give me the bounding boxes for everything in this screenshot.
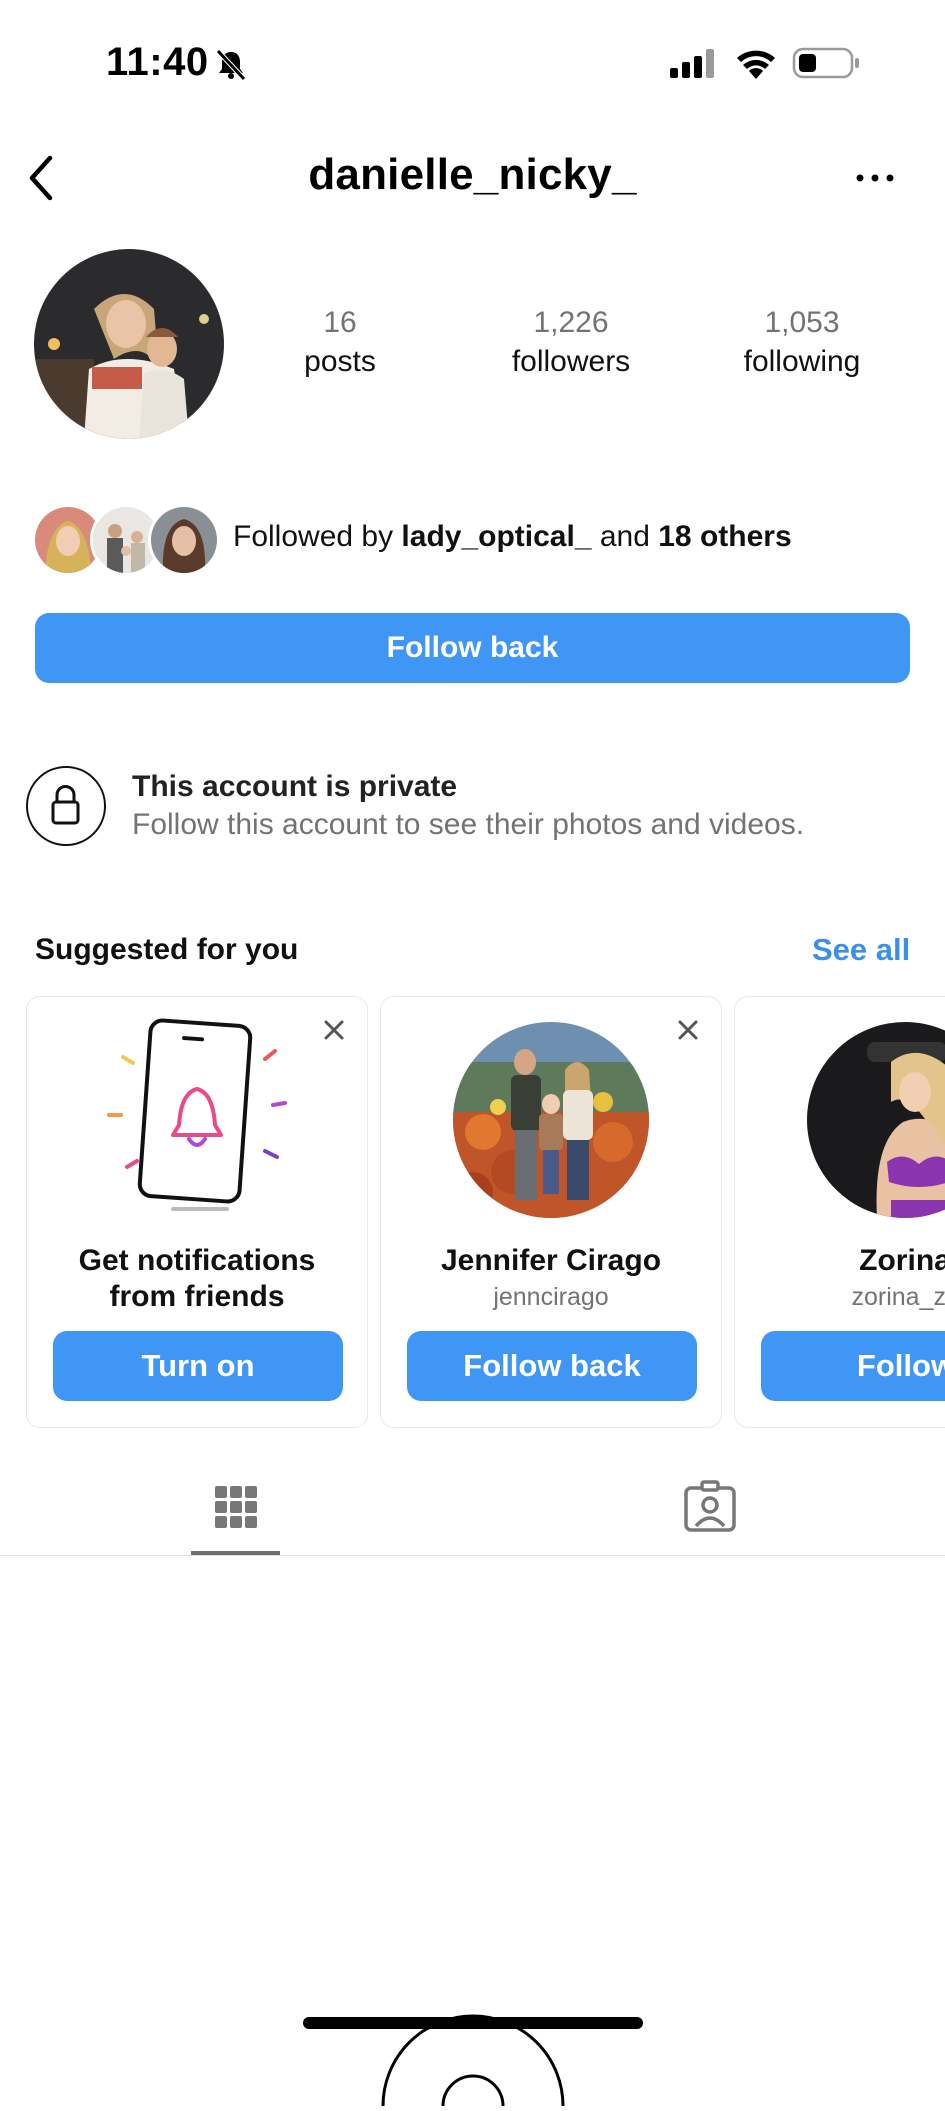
battery-icon [792, 46, 862, 80]
stat-posts-label: posts [304, 345, 376, 378]
stat-posts-value: 16 [323, 306, 357, 339]
suggested-user-handle: jenncirago [493, 1283, 609, 1311]
status-time: 11:40 [106, 40, 209, 84]
wifi-icon [734, 45, 778, 81]
followed-by-text[interactable]: Followed by lady_optical_ and 18 others [233, 520, 792, 554]
stat-followers-value: 1,226 [533, 306, 609, 339]
card-notifications-title: Get notifications from friends [27, 1243, 367, 1315]
grid-icon [215, 1486, 257, 1528]
suggestion-card-clip: Zorina zorina_zc Follow [734, 996, 945, 1428]
profile-avatar[interactable] [34, 249, 224, 439]
card-notifications-title-line1: Get notifications [78, 1244, 316, 1277]
profile-username: danielle_nicky_ [308, 150, 637, 199]
tabs-divider [0, 1555, 945, 1556]
suggestion-card-notifications: Get notifications from friends Turn on [26, 996, 368, 1428]
stat-following[interactable]: 1,053 following [722, 303, 882, 381]
suggestion-card-user[interactable]: Zorina zorina_zc Follow [734, 996, 945, 1428]
followed-by-user[interactable]: lady_optical_ [401, 520, 591, 553]
tab-tagged[interactable] [680, 1478, 740, 1538]
suggested-title: Suggested for you [35, 933, 299, 966]
suggested-user-handle: zorina_zc [851, 1283, 945, 1311]
suggested-user-avatar[interactable] [453, 1022, 649, 1218]
tab-posts-grid[interactable] [190, 1478, 280, 1556]
suggestion-card-user[interactable]: Jennifer Cirago jenncirago Follow back [380, 996, 722, 1428]
tagged-icon [684, 1480, 736, 1532]
followed-by-prefix: Followed by [233, 520, 402, 553]
follow-back-button[interactable]: Follow back [407, 1331, 697, 1401]
stat-followers[interactable]: 1,226 followers [486, 303, 656, 381]
ellipsis-icon [856, 174, 894, 182]
stat-following-label: following [743, 345, 861, 378]
close-icon[interactable] [319, 1015, 349, 1045]
close-icon[interactable] [673, 1015, 703, 1045]
suggested-user-name: Jennifer Cirago [440, 1244, 662, 1277]
home-indicator[interactable] [303, 2017, 643, 2029]
see-all-link[interactable]: See all [812, 932, 910, 968]
suggested-user-name: Zorina [859, 1244, 945, 1277]
stat-followers-label: followers [511, 345, 631, 378]
bottom-arc-decoration [380, 1986, 566, 2107]
bell-slash-icon [213, 46, 249, 82]
phone-notification-illustration [107, 1018, 287, 1211]
private-account-subtitle: Follow this account to see their photos … [132, 808, 805, 841]
private-account-title: This account is private [132, 770, 458, 803]
card-notifications-title-line2: from friends [109, 1280, 285, 1313]
follow-back-button[interactable]: Follow back [35, 613, 910, 683]
followed-by-middle: and [591, 520, 659, 553]
cellular-signal-icon [668, 48, 718, 78]
followed-by-others[interactable]: 18 others [658, 520, 791, 553]
stat-posts: 16 posts [270, 303, 410, 381]
more-options-button[interactable] [850, 160, 900, 196]
mutual-follower-avatar[interactable] [148, 504, 220, 576]
stat-following-value: 1,053 [764, 306, 840, 339]
follow-button[interactable]: Follow [761, 1331, 945, 1401]
suggested-user-avatar[interactable] [807, 1022, 945, 1218]
turn-on-button[interactable]: Turn on [53, 1331, 343, 1401]
lock-icon [26, 766, 106, 846]
